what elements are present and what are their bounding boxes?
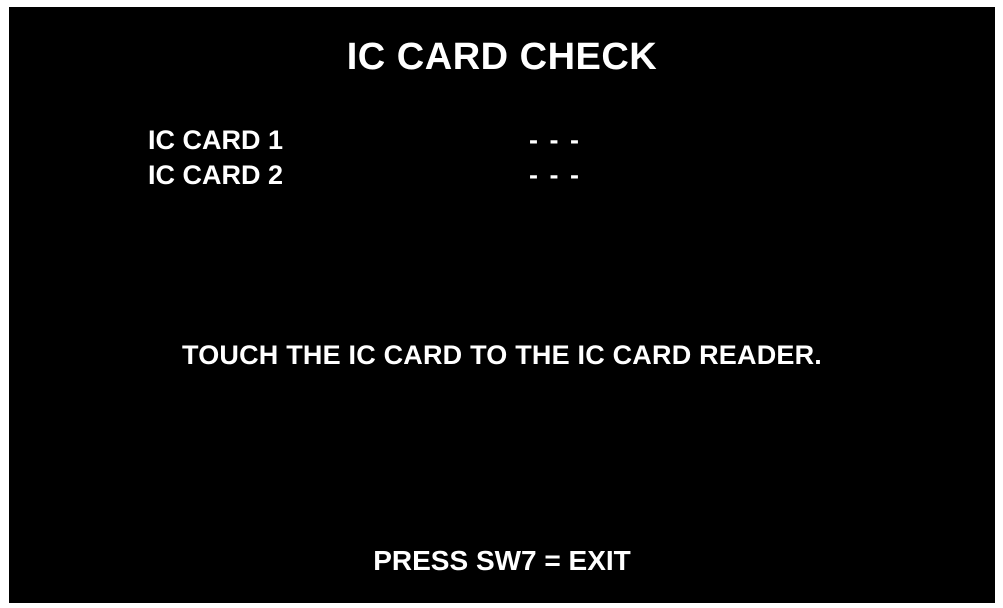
page-title: IC CARD CHECK <box>346 36 658 78</box>
instruction-text: TOUCH THE IC CARD TO THE IC CARD READER. <box>181 340 823 370</box>
ic-card-1-label: IC CARD 1 <box>148 125 284 155</box>
ic-card-2-label: IC CARD 2 <box>148 160 284 190</box>
ic-card-check-screen: IC CARD CHECK IC CARD 1 - - - IC CARD 2 … <box>9 7 995 603</box>
ic-card-1-row: IC CARD 1 - - - <box>148 124 848 156</box>
exit-hint: PRESS SW7 = EXIT <box>373 545 631 576</box>
ic-card-2-row: IC CARD 2 - - - <box>148 159 848 191</box>
ic-card-2-status: - - - <box>529 160 581 190</box>
ic-card-1-status: - - - <box>529 125 581 155</box>
